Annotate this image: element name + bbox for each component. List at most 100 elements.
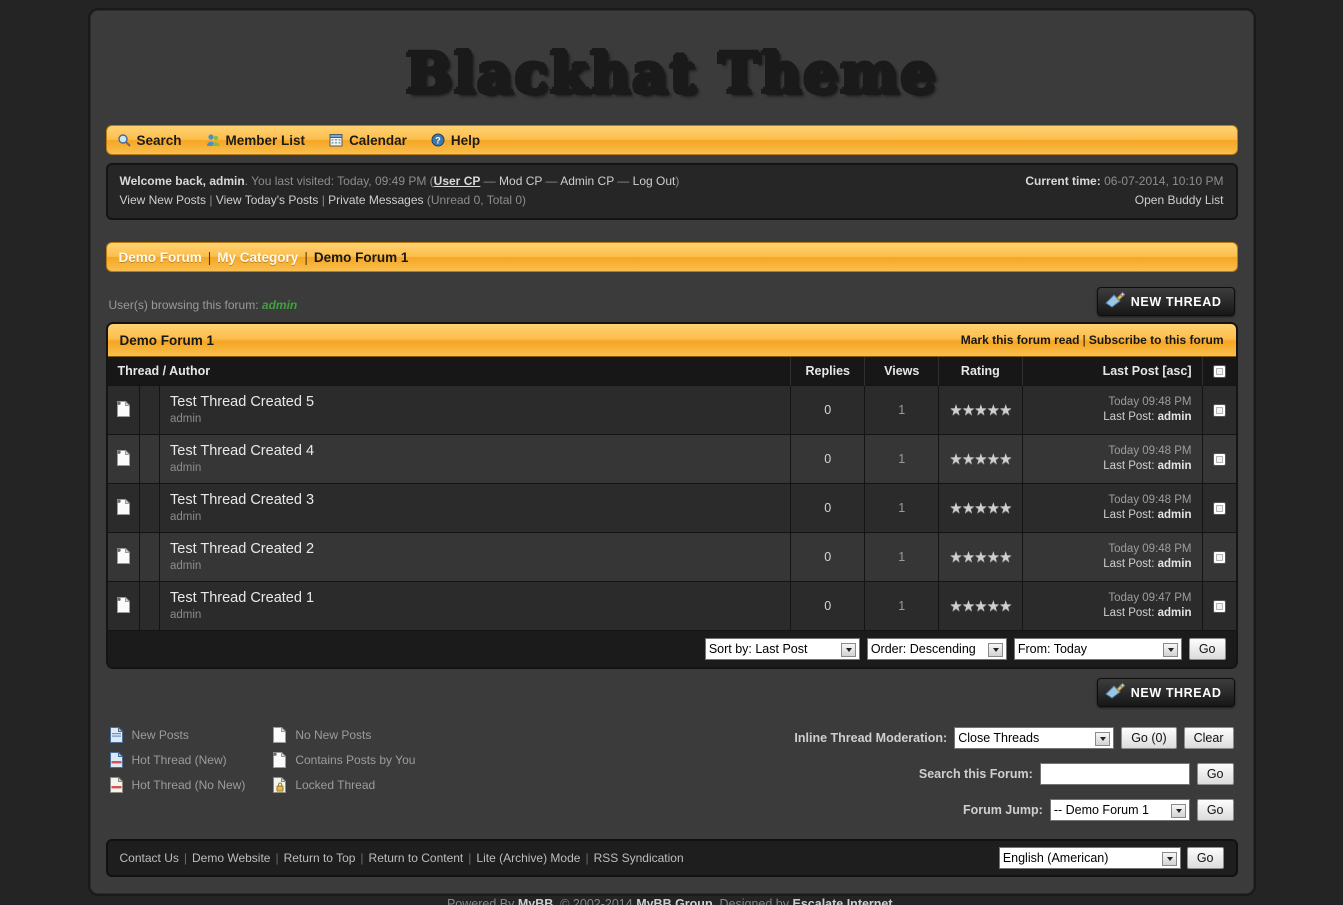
footer-link-rss-syndication[interactable]: RSS Syndication bbox=[594, 851, 684, 865]
new-thread-button-bottom[interactable]: NEW THREAD bbox=[1096, 678, 1235, 708]
private-messages-link[interactable]: Private Messages bbox=[328, 193, 423, 207]
mod-cp-link[interactable]: Mod CP bbox=[499, 174, 542, 188]
thread-select-checkbox[interactable] bbox=[1212, 502, 1226, 516]
language-select[interactable]: English (American)English (British) bbox=[998, 847, 1181, 870]
nav-item-member-list[interactable]: Member List bbox=[206, 133, 305, 148]
footer-link-return-to-content[interactable]: Return to Content bbox=[369, 851, 464, 865]
thread-rating[interactable]: ★★★★★ bbox=[938, 385, 1023, 435]
current-time-row: Current time: 06-07-2014, 10:10 PM bbox=[1025, 172, 1223, 191]
footer-link-lite-archive-mode[interactable]: Lite (Archive) Mode bbox=[476, 851, 580, 865]
hot-thread-new-icon bbox=[109, 751, 124, 769]
footer-link-contact-us[interactable]: Contact Us bbox=[120, 851, 179, 865]
col-thread-author[interactable]: Thread / Author bbox=[107, 357, 792, 386]
order-select[interactable]: Order: DescendingOrder: Ascending bbox=[866, 638, 1007, 661]
user-cp-link[interactable]: User CP bbox=[434, 174, 481, 188]
search-forum-row: Search this Forum: Go bbox=[919, 763, 1234, 786]
mark-forum-read-link[interactable]: Mark this forum read bbox=[961, 333, 1080, 347]
col-replies[interactable]: Replies bbox=[790, 357, 866, 386]
rating-stars[interactable]: ★★★★★ bbox=[949, 401, 1012, 419]
thread-author[interactable]: admin bbox=[170, 560, 201, 572]
thread-select-checkbox[interactable] bbox=[1212, 551, 1226, 565]
new-thread-label-top: NEW THREAD bbox=[1130, 294, 1222, 309]
search-forum-go-button[interactable]: Go bbox=[1196, 763, 1234, 786]
thread-select-checkbox[interactable] bbox=[1212, 453, 1226, 467]
thread-rating[interactable]: ★★★★★ bbox=[938, 483, 1023, 533]
admin-cp-link[interactable]: Admin CP bbox=[560, 174, 614, 188]
subscribe-forum-link[interactable]: Subscribe to this forum bbox=[1089, 333, 1224, 347]
nav-item-help[interactable]: ? Help bbox=[431, 133, 480, 148]
thread-last-post: Today 09:48 PM Last Post: admin bbox=[1022, 434, 1203, 484]
rating-stars[interactable]: ★★★★★ bbox=[949, 597, 1012, 615]
members-icon bbox=[206, 133, 220, 147]
thread-table-panel: Demo Forum 1 Mark this forum read | Subscr… bbox=[105, 322, 1238, 670]
open-buddy-list-link[interactable]: Open Buddy List bbox=[1135, 193, 1224, 207]
language-go-button[interactable]: Go bbox=[1186, 847, 1224, 870]
breadcrumb-separator-2: | bbox=[304, 249, 308, 265]
sort-by-select[interactable]: Sort by: Last PostSort by: SubjectSort b… bbox=[704, 638, 860, 661]
col-rating[interactable]: Rating bbox=[938, 357, 1023, 386]
thread-views: 1 bbox=[864, 581, 940, 631]
thread-author[interactable]: admin bbox=[170, 609, 201, 621]
thread-info-cell: Test Thread Created 1 admin bbox=[159, 581, 792, 631]
welcome-dash-3: — bbox=[614, 174, 633, 188]
thread-title-link[interactable]: Test Thread Created 1 bbox=[170, 589, 780, 607]
thread-author[interactable]: admin bbox=[170, 511, 201, 523]
locked-thread-icon bbox=[273, 776, 288, 794]
thread-select-checkbox[interactable] bbox=[1212, 404, 1226, 418]
main-navigation: Search Member List Calendar ? Help bbox=[105, 125, 1238, 155]
search-forum-input[interactable] bbox=[1039, 763, 1190, 786]
thread-author[interactable]: admin bbox=[170, 462, 201, 474]
footer-link-return-to-top[interactable]: Return to Top bbox=[284, 851, 356, 865]
rating-stars[interactable]: ★★★★★ bbox=[949, 450, 1012, 468]
thread-dot-icon bbox=[116, 399, 131, 420]
thread-rating[interactable]: ★★★★★ bbox=[938, 434, 1023, 484]
thread-title-link[interactable]: Test Thread Created 5 bbox=[170, 393, 780, 411]
legend-label-no-new-posts: No New Posts bbox=[295, 728, 372, 743]
thread-title-link[interactable]: Test Thread Created 3 bbox=[170, 491, 780, 509]
thread-title-link[interactable]: Test Thread Created 4 bbox=[170, 442, 780, 460]
thread-replies: 0 bbox=[790, 385, 866, 435]
thread-replies: 0 bbox=[790, 483, 866, 533]
thread-rating[interactable]: ★★★★★ bbox=[938, 532, 1023, 582]
footer-link-separator: | bbox=[468, 851, 472, 866]
forum-jump-go-button[interactable]: Go bbox=[1196, 799, 1234, 822]
thread-author[interactable]: admin bbox=[170, 413, 201, 425]
new-thread-button-top[interactable]: NEW THREAD bbox=[1096, 287, 1235, 316]
view-new-posts-link[interactable]: View New Posts bbox=[120, 193, 206, 207]
thread-rating[interactable]: ★★★★★ bbox=[938, 581, 1023, 631]
thread-select-cell bbox=[1202, 385, 1236, 435]
welcome-left: Welcome back, admin. You last visited: T… bbox=[120, 172, 680, 210]
rating-stars[interactable]: ★★★★★ bbox=[949, 499, 1012, 517]
copyright-group: MyBB Group bbox=[636, 897, 713, 905]
browsing-label: User(s) browsing this forum: bbox=[108, 298, 259, 312]
log-out-link[interactable]: Log Out bbox=[633, 174, 676, 188]
breadcrumb-root[interactable]: Demo Forum bbox=[119, 250, 202, 265]
view-todays-posts-link[interactable]: View Today's Posts bbox=[216, 193, 319, 207]
browsing-user-admin[interactable]: admin bbox=[262, 298, 297, 312]
col-views[interactable]: Views bbox=[864, 357, 940, 386]
nav-item-search[interactable]: Search bbox=[117, 133, 182, 148]
forum-jump-select[interactable]: -- Demo Forum 1Demo ForumMy Category bbox=[1049, 799, 1190, 822]
inline-moderation-select[interactable]: Close ThreadsOpen ThreadsStick ThreadsDe… bbox=[954, 727, 1115, 750]
breadcrumb-category[interactable]: My Category bbox=[217, 250, 298, 265]
thread-last-post: Today 09:48 PM Last Post: admin bbox=[1022, 385, 1203, 435]
threads-table-body: Test Thread Created 5 admin 0 1 ★★★★★ Today 0… bbox=[107, 385, 1236, 631]
rating-stars[interactable]: ★★★★★ bbox=[949, 548, 1012, 566]
inline-moderation-clear-button[interactable]: Clear bbox=[1183, 727, 1234, 750]
col-last-post[interactable]: Last Post [asc] bbox=[1022, 357, 1203, 386]
thread-select-checkbox[interactable] bbox=[1212, 600, 1226, 614]
sort-go-button[interactable]: Go bbox=[1188, 638, 1226, 661]
footer-link-demo-website[interactable]: Demo Website bbox=[192, 851, 270, 865]
footer-language-controls: English (American)English (British) Go bbox=[998, 847, 1224, 870]
inline-moderation-label: Inline Thread Moderation: bbox=[794, 731, 948, 746]
thread-info-cell: Test Thread Created 5 admin bbox=[159, 385, 792, 435]
nav-item-calendar[interactable]: Calendar bbox=[329, 133, 407, 148]
select-all-checkbox[interactable] bbox=[1212, 365, 1226, 379]
inline-moderation-go-button[interactable]: Go (0) bbox=[1121, 727, 1177, 750]
forum-jump-wrapper: -- Demo Forum 1Demo ForumMy Category bbox=[1049, 799, 1190, 822]
copyright-designer-link[interactable]: Escalate Internet bbox=[793, 897, 893, 905]
thread-title-link[interactable]: Test Thread Created 2 bbox=[170, 540, 780, 558]
from-select[interactable]: From: TodayFrom: YesterdayFrom: Last Wee… bbox=[1013, 638, 1182, 661]
thread-status-icon-cell bbox=[107, 434, 140, 484]
table-row: Test Thread Created 1 admin 0 1 ★★★★★ Today 0… bbox=[107, 581, 1236, 631]
